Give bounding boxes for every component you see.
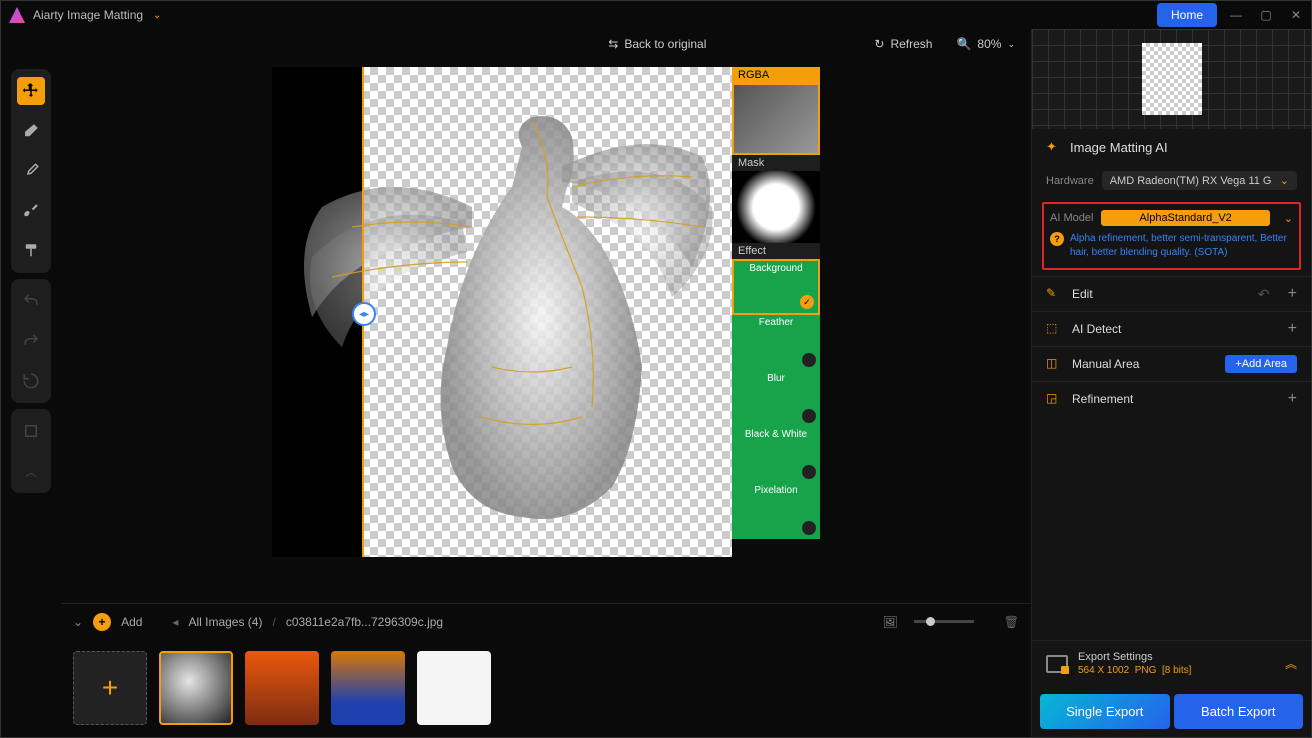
manual-area-section[interactable]: ◫ Manual Area +Add Area bbox=[1032, 346, 1311, 381]
mini-preview-image bbox=[1142, 43, 1202, 115]
export-settings[interactable]: Export Settings 564 X 1002 PNG [8 bits] … bbox=[1032, 640, 1311, 686]
expand-icon[interactable]: + bbox=[1288, 390, 1297, 408]
title-bar: Aiarty Image Matting ⌄ Home — ▢ ✕ bbox=[1, 1, 1311, 29]
thumbnails-row: + bbox=[61, 639, 1031, 737]
images-bar: ⌄ + Add ◂ All Images (4) / c03811e2a7fb.… bbox=[61, 603, 1031, 639]
canvas-panel: ⇆ Back to original ↻ Refresh 🔍 80% ⌄ bbox=[61, 29, 1031, 737]
single-export-button[interactable]: Single Export bbox=[1040, 694, 1170, 729]
undo-icon[interactable]: ↶ bbox=[1258, 286, 1270, 303]
matting-ai-header: ✦ Image Matting AI bbox=[1032, 129, 1311, 165]
export-title: Export Settings bbox=[1078, 651, 1275, 663]
expand-icon[interactable]: + bbox=[1288, 285, 1297, 303]
chevron-down-icon: ⌄ bbox=[1007, 39, 1015, 50]
effect-background[interactable]: Background bbox=[732, 259, 820, 315]
mask-preview[interactable] bbox=[732, 171, 820, 243]
ai-detect-icon: ⬚ bbox=[1046, 321, 1062, 337]
ai-detect-section[interactable]: ⬚ AI Detect + bbox=[1032, 311, 1311, 346]
manual-area-icon: ◫ bbox=[1046, 356, 1062, 372]
refinement-section[interactable]: ◲ Refinement + bbox=[1032, 381, 1311, 416]
move-tool[interactable] bbox=[17, 77, 45, 105]
minimize-button[interactable]: — bbox=[1229, 8, 1243, 22]
chevron-down-icon[interactable]: ⌄ bbox=[73, 615, 83, 629]
ai-model-section: AI Model AlphaStandard_V2 ⌄ ? Alpha refi… bbox=[1042, 202, 1301, 270]
crop-tool[interactable] bbox=[17, 417, 45, 445]
edit-section[interactable]: ✎ Edit ↶ + bbox=[1032, 276, 1311, 311]
rgba-preview[interactable] bbox=[732, 83, 820, 155]
expand-icon[interactable]: + bbox=[1288, 320, 1297, 338]
ai-model-select[interactable]: AlphaStandard_V2 bbox=[1101, 210, 1269, 226]
right-panel: ✦ Image Matting AI Hardware AMD Radeon(T… bbox=[1031, 29, 1311, 737]
rgba-label: RGBA bbox=[732, 67, 820, 83]
app-logo-icon bbox=[9, 7, 25, 23]
refinement-icon: ◲ bbox=[1046, 391, 1062, 407]
undo-button[interactable] bbox=[17, 287, 45, 315]
zoom-icon: 🔍 bbox=[956, 37, 971, 51]
image-thumb-2[interactable] bbox=[245, 651, 319, 725]
add-area-button[interactable]: +Add Area bbox=[1225, 355, 1297, 373]
help-icon[interactable]: ? bbox=[1050, 232, 1064, 246]
ai-model-label: AI Model bbox=[1050, 212, 1093, 224]
subject-image bbox=[272, 67, 732, 557]
effect-pixelation[interactable]: Pixelation bbox=[732, 483, 820, 539]
chevron-down-icon[interactable]: ⌄ bbox=[1284, 212, 1293, 225]
batch-export-button[interactable]: Batch Export bbox=[1174, 694, 1304, 729]
add-image-tile[interactable]: + bbox=[73, 651, 147, 725]
eraser-tool[interactable] bbox=[17, 117, 45, 145]
swap-icon: ⇆ bbox=[608, 37, 618, 51]
thumb-size-icon: 🖼 bbox=[883, 615, 898, 629]
effect-label: Effect bbox=[732, 243, 820, 259]
add-image-icon[interactable]: + bbox=[93, 613, 111, 631]
image-thumb-1[interactable] bbox=[159, 651, 233, 725]
mask-label: Mask bbox=[732, 155, 820, 171]
app-title: Aiarty Image Matting bbox=[33, 8, 143, 22]
comparison-canvas[interactable]: ◂▸ bbox=[272, 67, 732, 557]
brush-tool[interactable] bbox=[17, 157, 45, 185]
export-dims: 564 X 1002 bbox=[1078, 665, 1129, 676]
current-filename: c03811e2a7fb...7296309c.jpg bbox=[286, 615, 443, 629]
app-menu-chevron-icon[interactable]: ⌄ bbox=[153, 10, 161, 21]
hardware-select[interactable]: AMD Radeon(TM) RX Vega 11 G ⌄ bbox=[1102, 171, 1297, 190]
add-label[interactable]: Add bbox=[121, 615, 142, 629]
app-window: Aiarty Image Matting ⌄ Home — ▢ ✕ bbox=[0, 0, 1312, 738]
delete-button[interactable]: 🗑 bbox=[1004, 615, 1019, 629]
export-bits: [8 bits] bbox=[1162, 665, 1191, 676]
model-description: Alpha refinement, better semi-transparen… bbox=[1070, 232, 1293, 260]
image-thumb-3[interactable] bbox=[331, 651, 405, 725]
effect-blur[interactable]: Blur bbox=[732, 371, 820, 427]
preview-strip: RGBA Mask Effect Background Feather Blur… bbox=[732, 67, 820, 539]
close-button[interactable]: ✕ bbox=[1289, 8, 1303, 22]
thumb-size-slider[interactable] bbox=[914, 620, 974, 623]
edit-icon: ✎ bbox=[1046, 286, 1062, 302]
comparison-handle[interactable]: ◂▸ bbox=[352, 302, 376, 326]
effect-feather[interactable]: Feather bbox=[732, 315, 820, 371]
effect-bw[interactable]: Black & White bbox=[732, 427, 820, 483]
redo-button[interactable] bbox=[17, 327, 45, 355]
image-thumb-4[interactable] bbox=[417, 651, 491, 725]
chevron-up-icon[interactable]: ︽ bbox=[1285, 655, 1297, 672]
home-button[interactable]: Home bbox=[1157, 3, 1217, 27]
all-images-label[interactable]: All Images (4) bbox=[188, 615, 262, 629]
chevron-down-icon: ⌄ bbox=[1280, 174, 1289, 187]
refresh-icon: ↻ bbox=[874, 37, 884, 51]
refresh-button[interactable]: ↻ Refresh bbox=[874, 37, 932, 51]
zoom-control[interactable]: 🔍 80% ⌄ bbox=[956, 37, 1015, 51]
paint-tool[interactable] bbox=[17, 237, 45, 265]
export-format: PNG bbox=[1135, 665, 1157, 676]
reset-button[interactable] bbox=[17, 367, 45, 395]
mini-preview bbox=[1032, 29, 1311, 129]
pen-tool[interactable] bbox=[17, 197, 45, 225]
maximize-button[interactable]: ▢ bbox=[1259, 8, 1273, 22]
matting-icon: ✦ bbox=[1046, 139, 1062, 155]
left-toolbar: ︿ bbox=[1, 29, 61, 737]
hardware-label: Hardware bbox=[1046, 175, 1094, 187]
export-icon bbox=[1046, 655, 1068, 673]
collapse-tools-button[interactable]: ︿ bbox=[17, 457, 45, 485]
back-to-original-button[interactable]: ⇆ Back to original bbox=[608, 37, 706, 51]
